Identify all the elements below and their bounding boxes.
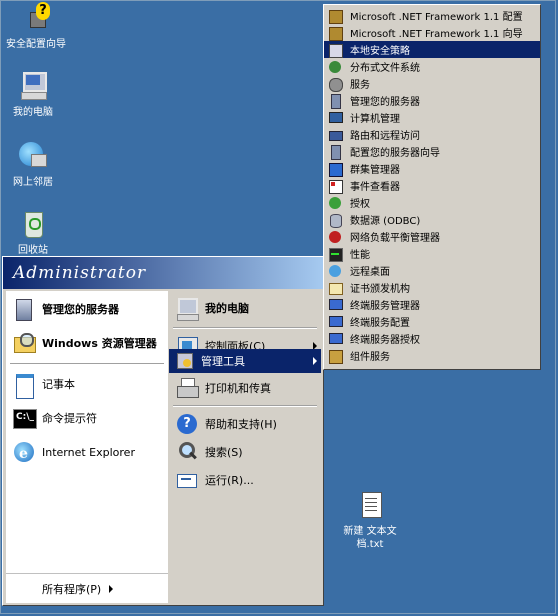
submenu-item-component-services[interactable]: 组件服务 — [324, 347, 540, 364]
routing-icon — [328, 128, 343, 142]
submenu-item-dotnet-wizard[interactable]: Microsoft .NET Framework 1.1 向导 — [324, 24, 540, 41]
submenu-item-services[interactable]: 服务 — [324, 75, 540, 92]
start-item-help-support[interactable]: ? 帮助和支持(H) — [169, 409, 321, 439]
dfs-icon — [328, 60, 342, 74]
submenu-item-licensing[interactable]: 授权 — [324, 194, 540, 211]
desktop-icon-my-computer[interactable]: 我的电脑 — [0, 70, 69, 119]
my-computer-icon — [175, 296, 199, 321]
admin-tools-submenu: Microsoft .NET Framework 1.1 配置 Microsof… — [323, 4, 541, 370]
performance-icon — [328, 247, 343, 262]
submenu-item-ts-licensing[interactable]: 终端服务器授权 — [324, 330, 540, 347]
configure-server-icon — [328, 144, 342, 160]
submenu-item-configure-server[interactable]: 配置您的服务器向导 — [324, 143, 540, 160]
my-computer-icon — [17, 70, 49, 102]
printer-icon — [175, 376, 199, 400]
ts-manager-icon — [328, 298, 343, 312]
start-menu-pinned-programs: 管理您的服务器 Windows 资源管理器 记事本 C:\_ 命令提示符 e I… — [6, 291, 168, 603]
run-icon — [175, 468, 199, 492]
certificate-authority-icon — [328, 281, 343, 295]
ts-licensing-icon — [328, 332, 343, 346]
submenu-item-dfs[interactable]: 分布式文件系统 — [324, 58, 540, 75]
start-menu: Administrator 管理您的服务器 Windows 资源管理器 记事本 — [2, 256, 324, 606]
desktop-icon-security-wizard[interactable]: ? 安全配置向导 — [0, 2, 72, 51]
notepad-icon — [12, 372, 36, 399]
submenu-item-ts-manager[interactable]: 终端服务管理器 — [324, 296, 540, 313]
cmd-icon: C:\_ — [12, 406, 37, 430]
search-icon — [175, 440, 199, 464]
desktop-icon-recycle-bin[interactable]: 回收站 — [0, 208, 69, 257]
ie-icon: e — [12, 440, 36, 464]
start-item-manage-server[interactable]: 管理您的服务器 — [6, 293, 168, 325]
start-item-my-computer[interactable]: 我的电脑 — [169, 293, 321, 323]
start-item-internet-explorer[interactable]: e Internet Explorer — [6, 437, 168, 467]
start-item-printers-faxes[interactable]: 打印机和传真 — [169, 373, 321, 403]
start-item-search[interactable]: 搜索(S) — [169, 437, 321, 467]
user-name-header: Administrator — [3, 257, 323, 289]
chevron-right-icon — [109, 584, 114, 593]
licensing-icon — [328, 196, 342, 210]
submenu-item-dotnet-config[interactable]: Microsoft .NET Framework 1.1 配置 — [324, 7, 540, 24]
manage-server-icon — [12, 297, 36, 321]
submenu-item-performance[interactable]: 性能 — [324, 245, 540, 262]
security-wizard-icon: ? — [20, 2, 52, 34]
submenu-item-certificate-authority[interactable]: 证书颁发机构 — [324, 279, 540, 296]
all-programs-button[interactable]: 所有程序(P) — [6, 573, 168, 603]
help-icon: ? — [175, 412, 199, 436]
submenu-item-computer-management[interactable]: 计算机管理 — [324, 109, 540, 126]
separator — [10, 363, 164, 365]
dotnet-config-icon — [328, 9, 343, 24]
submenu-item-odbc[interactable]: 数据源 (ODBC) — [324, 211, 540, 228]
computer-management-icon — [328, 111, 343, 125]
submenu-item-ts-config[interactable]: 终端服务配置 — [324, 313, 540, 330]
start-menu-system-places: 我的电脑 控制面板(C) 管理工具 打印机和传真 ? 帮助和支持(H) 搜索(S… — [169, 291, 321, 603]
odbc-icon — [328, 213, 342, 228]
submenu-item-manage-server[interactable]: 管理您的服务器 — [324, 92, 540, 109]
separator — [173, 327, 317, 329]
component-services-icon — [328, 349, 343, 364]
submenu-item-remote-desktop[interactable]: 远程桌面 — [324, 262, 540, 279]
text-file-icon — [354, 490, 386, 522]
submenu-item-event-viewer[interactable]: 事件查看器 — [324, 177, 540, 194]
start-item-admin-tools[interactable]: 管理工具 — [169, 349, 321, 373]
network-places-icon — [17, 140, 49, 172]
submenu-item-cluster[interactable]: 群集管理器 — [324, 160, 540, 177]
local-security-policy-icon — [328, 43, 343, 58]
submenu-item-nlb[interactable]: 网络负载平衡管理器 — [324, 228, 540, 245]
explorer-icon — [12, 331, 36, 355]
start-item-command-prompt[interactable]: C:\_ 命令提示符 — [6, 403, 168, 433]
remote-desktop-icon — [328, 264, 342, 278]
manage-server-icon — [328, 93, 342, 109]
separator — [173, 405, 317, 407]
submenu-item-local-security-policy[interactable]: 本地安全策略 — [324, 41, 540, 58]
dotnet-wizard-icon — [328, 26, 343, 41]
desktop-icon-text-file[interactable]: 新建 文本文档.txt — [334, 490, 406, 551]
event-viewer-icon — [328, 179, 343, 194]
cluster-icon — [328, 162, 343, 177]
submenu-item-routing[interactable]: 路由和远程访问 — [324, 126, 540, 143]
chevron-right-icon — [313, 357, 317, 365]
all-programs-label: 所有程序(P) — [42, 582, 102, 596]
start-item-notepad[interactable]: 记事本 — [6, 369, 168, 399]
recycle-bin-icon — [17, 208, 49, 240]
services-icon — [328, 77, 343, 92]
nlb-icon — [328, 230, 342, 244]
start-item-windows-explorer[interactable]: Windows 资源管理器 — [6, 327, 168, 359]
start-item-run[interactable]: 运行(R)... — [169, 465, 321, 495]
admin-tools-icon — [175, 351, 195, 371]
ts-config-icon — [328, 315, 343, 329]
desktop-icon-network-places[interactable]: 网上邻居 — [0, 140, 69, 189]
